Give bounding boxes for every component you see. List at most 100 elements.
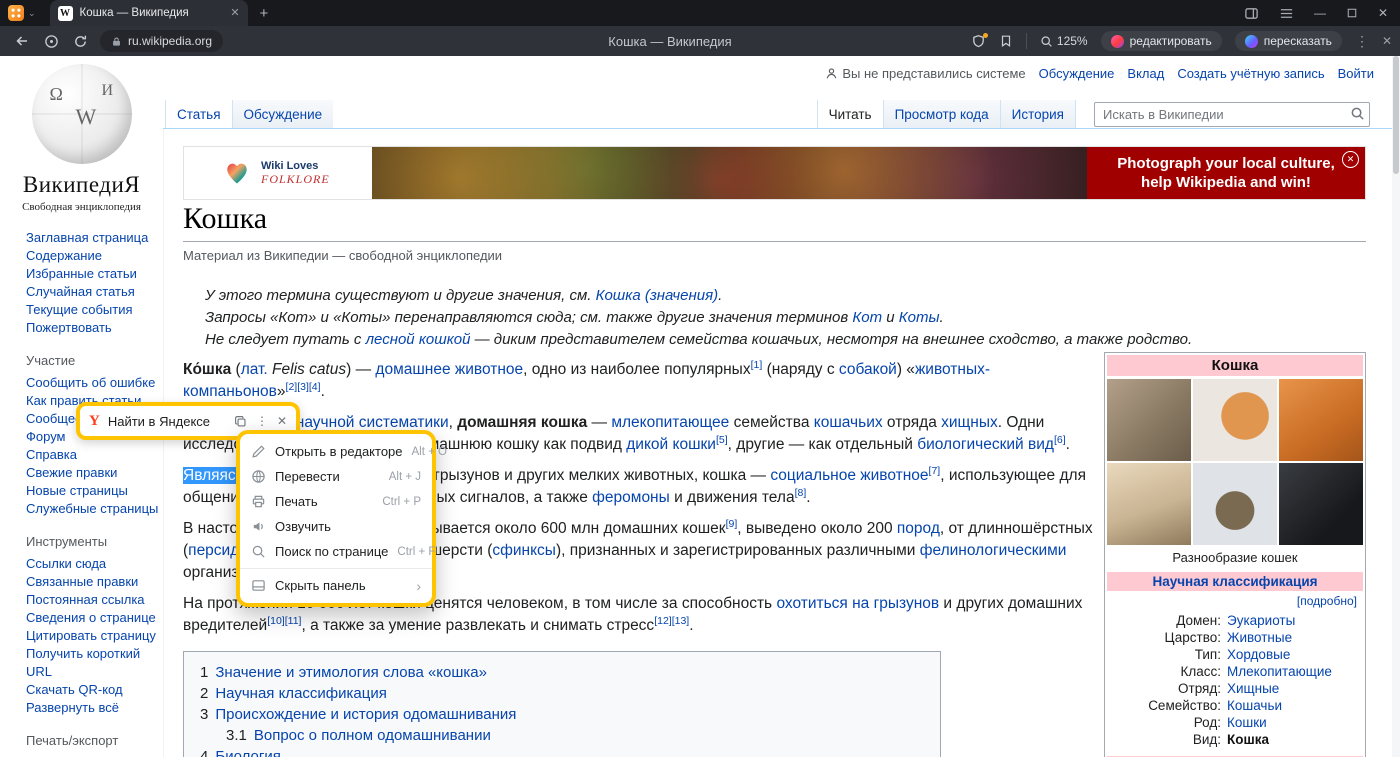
edit-button[interactable]: редактировать — [1101, 31, 1222, 51]
tab-view-source[interactable]: Просмотр кода — [883, 100, 1000, 128]
tab-close-icon[interactable]: ✕ — [230, 8, 239, 19]
reference-link[interactable]: [9] — [726, 518, 738, 530]
taxon-link[interactable]: Млекопитающие — [1227, 663, 1332, 680]
inline-link[interactable]: социальное животное — [770, 467, 928, 484]
minimize-button[interactable]: — — [1314, 6, 1326, 20]
search-icon[interactable] — [1350, 106, 1365, 126]
sidebar-item-random[interactable]: Случайная статья — [26, 283, 163, 301]
menu-item-find-on-page[interactable]: Поиск по странице Ctrl + F — [240, 539, 432, 564]
classification-header[interactable]: Научная классификация — [1107, 572, 1363, 591]
sidebar-item-short-url[interactable]: Получить короткий URL — [26, 645, 144, 681]
reference-link[interactable]: [5] — [716, 434, 728, 446]
find-in-yandex-button[interactable]: Найти в Яндексе — [108, 414, 210, 429]
protect-icon[interactable] — [971, 34, 986, 49]
reference-link[interactable]: [1] — [751, 359, 763, 371]
tab-read[interactable]: Читать — [817, 100, 883, 128]
toolbar-more-icon[interactable]: ⋮ — [1355, 34, 1369, 48]
menu-item-translate[interactable]: Перевести Alt + J — [240, 464, 432, 489]
inline-link[interactable]: кошачьих — [814, 414, 883, 431]
window-close-button[interactable]: ✕ — [1378, 6, 1388, 20]
page-scrollbar[interactable] — [1392, 56, 1400, 757]
cat-photo[interactable] — [1279, 463, 1363, 545]
toc-link[interactable]: Научная классификация — [215, 685, 387, 702]
personal-link-create-account[interactable]: Создать учётную запись — [1177, 66, 1324, 81]
scrollbar-thumb[interactable] — [1393, 56, 1399, 174]
sidebar-item-report-error[interactable]: Сообщить об ошибке — [26, 374, 163, 392]
wiki-loves-folklore-banner[interactable]: Wiki Loves FOLKLORE Photograph your loca… — [183, 146, 1366, 200]
reference-link[interactable]: [12][13] — [654, 615, 689, 627]
tab-discussion[interactable]: Обсуждение — [232, 100, 334, 128]
wikipedia-logo[interactable]: Ω W И — [32, 64, 132, 164]
inline-link[interactable]: пород — [897, 520, 940, 537]
copy-icon[interactable] — [234, 415, 247, 428]
refresh-button[interactable] — [73, 34, 88, 49]
toc-link[interactable]: Биология — [215, 748, 280, 757]
menu-icon[interactable] — [1279, 6, 1294, 21]
cat-photo[interactable] — [1193, 463, 1277, 545]
sidebar-item-permanent-link[interactable]: Постоянная ссылка — [26, 591, 163, 609]
sidebar-item-related-changes[interactable]: Связанные правки — [26, 573, 163, 591]
menu-item-read-aloud[interactable]: Озвучить — [240, 514, 432, 539]
cat-photo[interactable] — [1107, 463, 1191, 545]
personal-link-login[interactable]: Войти — [1338, 66, 1374, 81]
toc-link[interactable]: Происхождение и история одомашнивания — [215, 706, 516, 723]
menu-item-hide-panel[interactable]: Скрыть панель › — [240, 573, 432, 598]
taxon-link[interactable]: Животные — [1227, 629, 1292, 646]
banner-close-icon[interactable]: ✕ — [1342, 151, 1359, 168]
inline-link[interactable]: сфинксы — [492, 542, 556, 559]
taxon-link[interactable]: Хищные — [1227, 680, 1279, 697]
browser-tab[interactable]: W Кошка — Википедия ✕ — [50, 0, 248, 26]
sidebar-item-new-pages[interactable]: Новые страницы — [26, 482, 163, 500]
new-tab-button[interactable]: + — [260, 5, 269, 22]
personal-link-contributions[interactable]: Вклад — [1127, 66, 1164, 81]
inline-link[interactable]: хищных — [941, 414, 998, 431]
sidebar-item-special-pages[interactable]: Служебные страницы — [26, 500, 163, 518]
reference-link[interactable]: [6] — [1054, 434, 1066, 446]
banner-message-panel[interactable]: Photograph your local culture, help Wiki… — [1087, 147, 1365, 199]
inline-link[interactable]: собакой — [839, 361, 897, 378]
back-button[interactable] — [14, 33, 30, 49]
cat-photo[interactable] — [1107, 379, 1191, 461]
taxon-link[interactable]: Хордовые — [1227, 646, 1290, 663]
inline-link[interactable]: млекопитающее — [611, 414, 729, 431]
find-bar-more-icon[interactable]: ⋮ — [256, 415, 268, 427]
search-input[interactable] — [1094, 102, 1370, 127]
inline-link[interactable]: лат. — [241, 361, 268, 378]
reference-link[interactable]: [8] — [795, 487, 807, 499]
inline-link[interactable]: лесной кошкой — [366, 331, 471, 348]
inline-link[interactable]: биологический вид — [917, 436, 1054, 453]
wiki-wordmark[interactable]: ВикипедиЯ — [0, 172, 163, 198]
sidebar-item-main-page[interactable]: Заглавная страница — [26, 229, 163, 247]
sidebar-item-expand-all[interactable]: Развернуть всё — [26, 699, 163, 717]
reference-link[interactable]: [2][3][4] — [286, 381, 321, 393]
tab-article[interactable]: Статья — [165, 100, 232, 128]
reference-link[interactable]: [10][11] — [267, 615, 301, 627]
personal-link-talk[interactable]: Обсуждение — [1039, 66, 1115, 81]
inline-link[interactable]: охотиться на грызунов — [776, 595, 939, 612]
inline-link[interactable]: фелинологическими — [920, 542, 1067, 559]
find-bar-close-icon[interactable]: ✕ — [277, 415, 287, 427]
sidebar-item-what-links-here[interactable]: Ссылки сюда — [26, 555, 163, 573]
cat-photo[interactable] — [1193, 379, 1277, 461]
retell-button[interactable]: пересказать — [1235, 31, 1342, 51]
sidebar-item-current-events[interactable]: Текущие события — [26, 301, 163, 319]
sidebar-item-help[interactable]: Справка — [26, 446, 163, 464]
browser-menu-button[interactable]: ⌄ — [8, 5, 36, 21]
toolbar-close-icon[interactable]: ✕ — [1382, 35, 1392, 47]
sidebar-item-contents[interactable]: Содержание — [26, 247, 163, 265]
maximize-button[interactable] — [1346, 7, 1358, 19]
inline-link[interactable]: феромоны — [592, 489, 670, 506]
toc-link[interactable]: Значение и этимология слова «кошка» — [215, 664, 487, 681]
reference-link[interactable]: [7] — [929, 465, 941, 477]
alice-icon[interactable] — [44, 34, 59, 49]
menu-item-open-in-editor[interactable]: Открыть в редакторе Alt + O — [240, 439, 432, 464]
address-bar[interactable]: ru.wikipedia.org — [100, 30, 223, 52]
toc-link[interactable]: Вопрос о полном одомашнивании — [254, 727, 491, 744]
tab-history[interactable]: История — [1000, 100, 1076, 128]
inline-link[interactable]: домашнее животное — [375, 361, 523, 378]
inline-link[interactable]: Кот — [852, 309, 882, 326]
taxon-link[interactable]: Кошки — [1227, 714, 1267, 731]
sidebar-item-featured[interactable]: Избранные статьи — [26, 265, 163, 283]
zoom-indicator[interactable]: 125% — [1040, 34, 1088, 48]
taxon-link[interactable]: Эукариоты — [1227, 612, 1295, 629]
